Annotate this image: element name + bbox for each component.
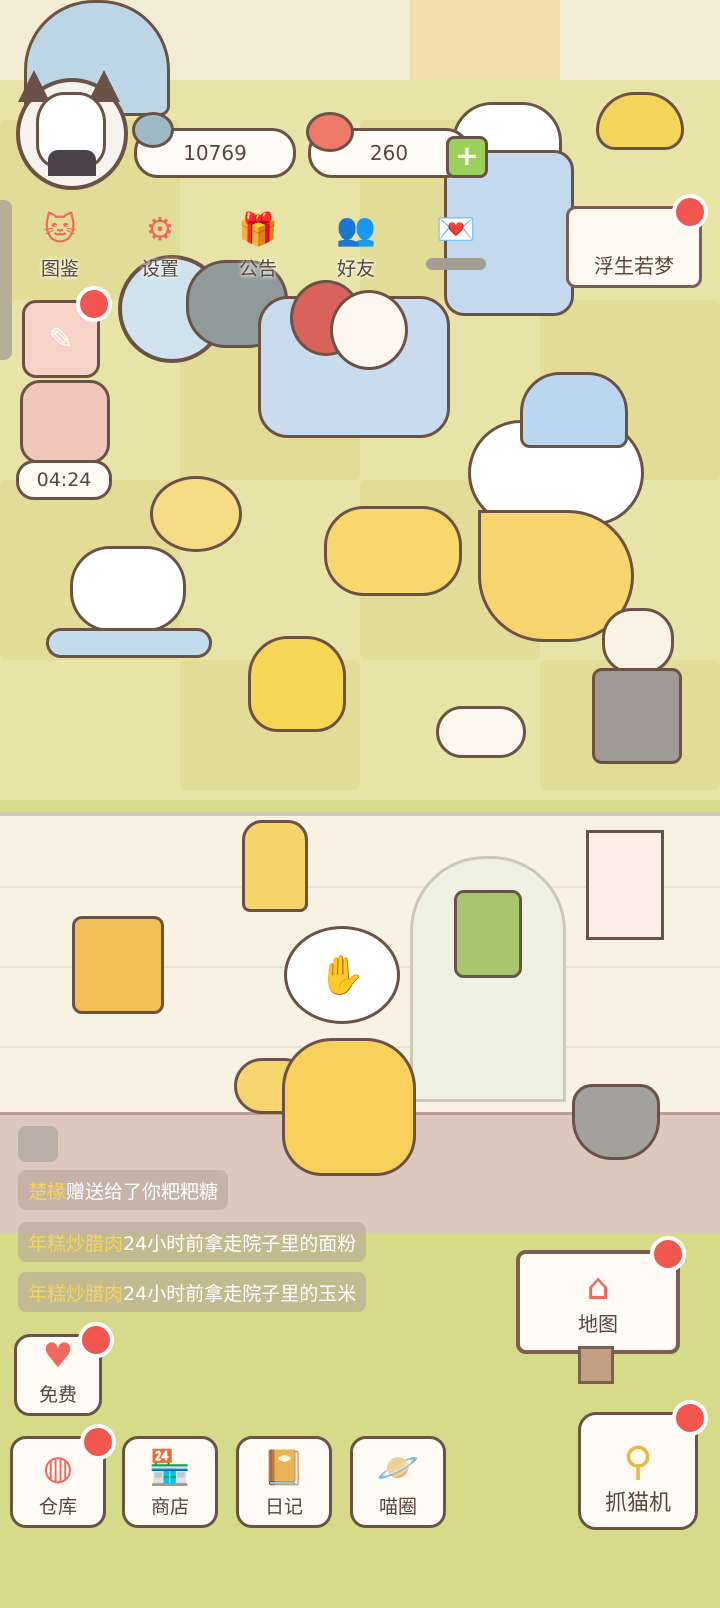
food-bowl bbox=[596, 92, 684, 150]
feed-user-name: 楚椽 bbox=[28, 1180, 67, 1203]
claw-machine-label: 抓猫机 bbox=[604, 1491, 671, 1516]
hand-fan bbox=[436, 706, 526, 758]
nav-settings[interactable]: ⚙ 设置 bbox=[124, 206, 196, 281]
feed-user-name: 年糕炒腊肉 bbox=[28, 1232, 124, 1255]
free-badge bbox=[78, 1322, 114, 1358]
star-cushion bbox=[324, 506, 462, 596]
flower-pot bbox=[572, 1084, 660, 1160]
wall-phone bbox=[72, 916, 164, 1014]
map-badge bbox=[650, 1236, 686, 1272]
claw-machine-badge bbox=[672, 1400, 708, 1436]
gear-icon: ⚙ bbox=[145, 210, 175, 248]
teapot-stove bbox=[592, 598, 682, 768]
rocking-horse bbox=[46, 536, 212, 664]
chat-toggle-icon[interactable] bbox=[18, 1126, 58, 1162]
feed-item: 楚椽 赠送给了你粑粑糖 bbox=[18, 1170, 229, 1210]
warehouse-label: 仓库 bbox=[38, 1496, 77, 1518]
nav-friends[interactable]: 👥 好友 bbox=[320, 206, 392, 281]
cat-circle-label: 喵圈 bbox=[378, 1496, 417, 1518]
pencil-icon: ✎ bbox=[48, 321, 74, 357]
feed-item: 年糕炒腊肉 24小时前拿走院子里的面粉 bbox=[18, 1222, 367, 1262]
fish-icon bbox=[132, 112, 174, 148]
diary-icon: 📔 bbox=[262, 1448, 306, 1488]
free-label: 免费 bbox=[38, 1384, 77, 1406]
shop-icon: 🏪 bbox=[148, 1448, 192, 1488]
event-timer-value: 04:24 bbox=[36, 469, 92, 491]
diary-button[interactable]: 📔 日记 bbox=[236, 1436, 332, 1528]
sign-post bbox=[578, 1346, 614, 1384]
mail-label-placeholder bbox=[426, 258, 486, 270]
claw-icon: ⚲ bbox=[623, 1439, 653, 1485]
nav-collection[interactable]: 🐱 图鉴 bbox=[24, 206, 96, 281]
feed-text: 赠送给了你粑粑糖 bbox=[66, 1180, 219, 1203]
cat-book-icon: 🐱 bbox=[43, 210, 77, 248]
wall-lantern bbox=[242, 820, 308, 912]
feed-item: 年糕炒腊肉 24小时前拿走院子里的玉米 bbox=[18, 1272, 367, 1312]
avatar-suit bbox=[48, 150, 96, 176]
diary-label: 日记 bbox=[264, 1496, 303, 1518]
add-heart-button[interactable]: + bbox=[446, 136, 488, 178]
pet-hand-bubble[interactable]: ✋ bbox=[284, 926, 400, 1024]
storage-jar-icon: ◍ bbox=[43, 1448, 73, 1488]
event-timer: 04:24 bbox=[16, 460, 112, 500]
nav-settings-label: 设置 bbox=[140, 258, 179, 280]
map-label: 地图 bbox=[578, 1312, 618, 1336]
hand-icon: ✋ bbox=[318, 952, 366, 997]
nav-mail[interactable]: 💌 bbox=[420, 206, 492, 270]
event-tag-label: 浮生若梦 bbox=[594, 254, 674, 278]
paw-banner bbox=[586, 830, 664, 940]
fish-currency-value: 10769 bbox=[183, 141, 247, 165]
blue-stool bbox=[520, 372, 628, 448]
brick-window bbox=[410, 0, 560, 84]
mail-heart-icon: 💌 bbox=[436, 210, 476, 248]
white-owl[interactable] bbox=[330, 290, 408, 370]
feed-text: 24小时前拿走院子里的玉米 bbox=[123, 1282, 357, 1305]
friends-icon: 👥 bbox=[336, 210, 376, 248]
house-icon: ⌂ bbox=[586, 1267, 610, 1308]
heart-gift-icon: ♥ bbox=[42, 1336, 74, 1376]
avatar-cat-ear-left bbox=[18, 70, 50, 102]
gift-icon: 🎁 bbox=[238, 210, 278, 248]
side-drawer-handle[interactable] bbox=[0, 200, 12, 360]
warehouse-badge bbox=[80, 1424, 116, 1460]
feed-user-name: 年糕炒腊肉 bbox=[28, 1282, 124, 1305]
sign-in-badge bbox=[76, 286, 112, 322]
shop-label: 商店 bbox=[150, 1496, 189, 1518]
event-tag-badge bbox=[672, 194, 708, 230]
mouse-event-button[interactable] bbox=[20, 380, 110, 464]
duck-toy bbox=[248, 636, 346, 732]
cat-circle-button[interactable]: 🪐 喵圈 bbox=[350, 1436, 446, 1528]
orange-cat[interactable] bbox=[282, 1038, 416, 1176]
nav-announcement[interactable]: 🎁 公告 bbox=[222, 206, 294, 281]
feed-text: 24小时前拿走院子里的面粉 bbox=[123, 1232, 357, 1255]
heart-currency-value: 260 bbox=[369, 141, 409, 165]
hanging-charm bbox=[454, 890, 522, 978]
nav-collection-label: 图鉴 bbox=[40, 258, 79, 280]
heart-icon bbox=[306, 112, 354, 152]
cat-planet-icon: 🪐 bbox=[376, 1448, 420, 1488]
nav-announcement-label: 公告 bbox=[238, 258, 277, 280]
shop-button[interactable]: 🏪 商店 bbox=[122, 1436, 218, 1528]
nav-friends-label: 好友 bbox=[336, 258, 375, 280]
